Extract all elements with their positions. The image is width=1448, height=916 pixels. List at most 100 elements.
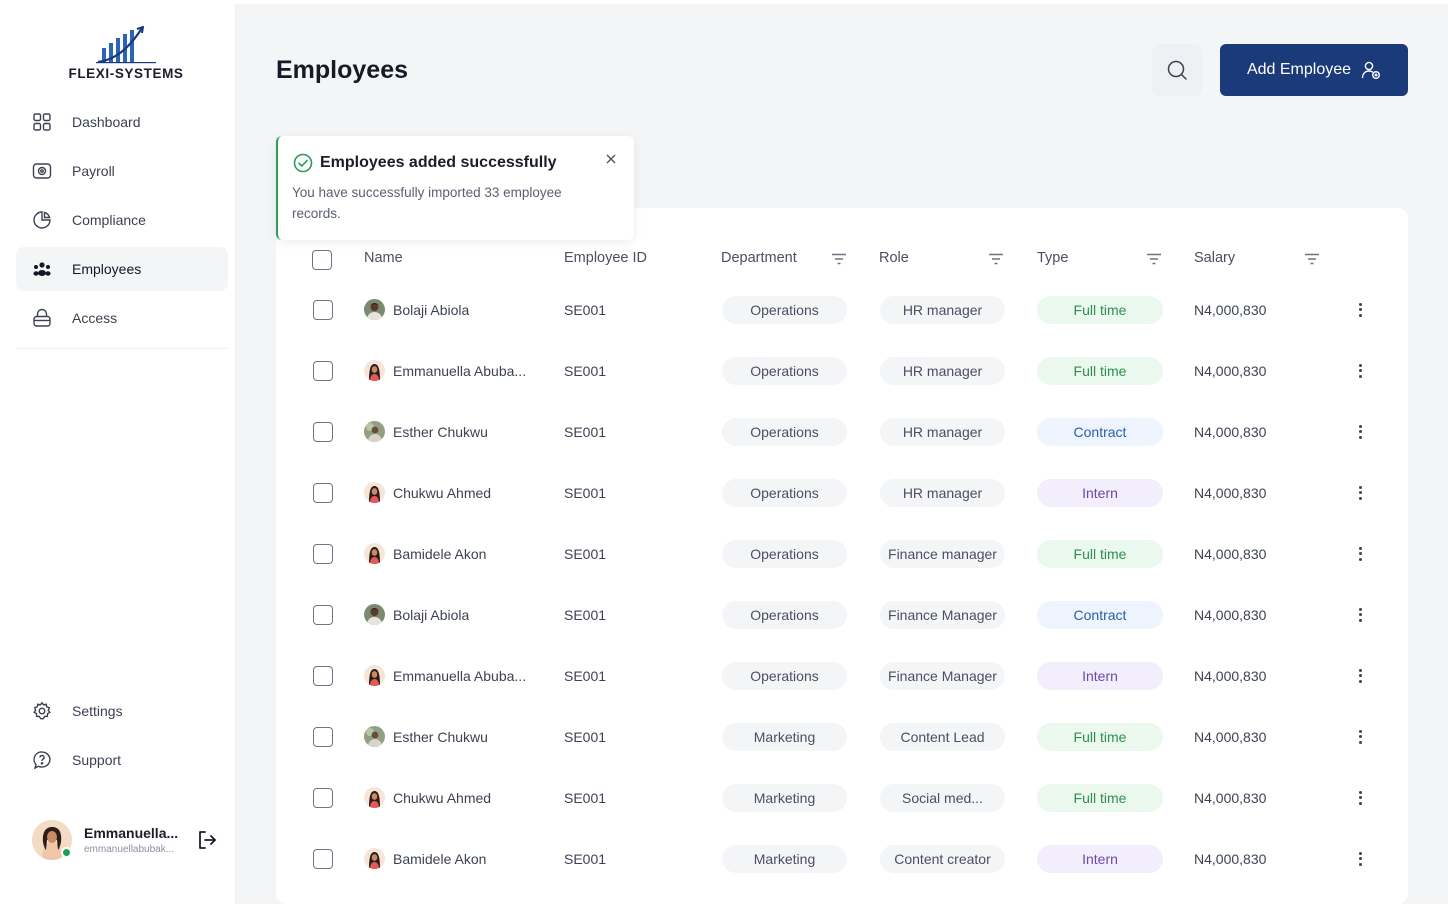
sidebar-item-label: Compliance xyxy=(72,212,146,228)
salary: N4,000,830 xyxy=(1194,667,1267,684)
employees-table: Name Employee ID Department Role Type Sa… xyxy=(276,208,1408,904)
avatar xyxy=(364,482,385,503)
sidebar-item-employees[interactable]: Employees xyxy=(16,247,228,291)
filter-role-icon[interactable] xyxy=(988,253,1004,269)
sidebar-item-label: Support xyxy=(72,752,122,768)
table-row[interactable]: Bamidele Akon SE001 Operations Finance m… xyxy=(276,523,1408,584)
more-options-icon[interactable] xyxy=(1355,607,1365,622)
employee-name-cell: Bamidele Akon xyxy=(364,523,486,584)
row-actions-cell xyxy=(1355,645,1365,706)
role-badge: HR manager xyxy=(880,417,1005,446)
pie-chart-icon xyxy=(32,210,52,230)
type-cell: Intern xyxy=(1037,645,1163,706)
role-badge: Finance Manager xyxy=(880,661,1005,690)
row-checkbox[interactable] xyxy=(313,604,333,625)
row-checkbox[interactable] xyxy=(313,665,333,686)
column-header-salary: Salary xyxy=(1194,250,1236,266)
row-checkbox-cell xyxy=(313,767,333,828)
filter-salary-icon[interactable] xyxy=(1304,253,1320,269)
search-button[interactable] xyxy=(1152,44,1202,96)
employee-name: Bolaji Abiola xyxy=(393,301,470,318)
column-header-department: Department xyxy=(721,250,797,266)
sidebar-item-support[interactable]: Support xyxy=(16,738,228,782)
salary: N4,000,830 xyxy=(1194,362,1267,379)
nav-divider xyxy=(16,348,228,349)
salary: N4,000,830 xyxy=(1194,484,1267,501)
role-cell: Content creator xyxy=(880,828,1005,889)
row-checkbox-cell xyxy=(313,401,333,462)
department-cell: Marketing xyxy=(722,828,847,889)
sidebar-item-access[interactable]: Access xyxy=(16,296,228,340)
user-profile[interactable]: Emmanuella... emmanuellabubak... xyxy=(32,818,222,862)
sidebar-item-compliance[interactable]: Compliance xyxy=(16,198,228,242)
more-options-icon[interactable] xyxy=(1355,790,1365,805)
type-badge: Full time xyxy=(1037,722,1163,751)
department-badge: Operations xyxy=(722,478,847,507)
row-checkbox[interactable] xyxy=(313,848,333,869)
table-row[interactable]: Esther Chukwu SE001 Marketing Content Le… xyxy=(276,706,1408,767)
sidebar-item-settings[interactable]: Settings xyxy=(16,689,228,733)
salary: N4,000,830 xyxy=(1194,850,1267,867)
people-icon xyxy=(32,259,52,279)
department-cell: Marketing xyxy=(722,706,847,767)
select-all-checkbox[interactable] xyxy=(312,250,332,270)
type-cell: Full time xyxy=(1037,767,1163,828)
type-badge: Full time xyxy=(1037,539,1163,568)
department-badge: Operations xyxy=(722,356,847,385)
sidebar-item-dashboard[interactable]: Dashboard xyxy=(16,100,228,144)
row-checkbox[interactable] xyxy=(313,299,333,320)
more-options-icon[interactable] xyxy=(1355,668,1365,683)
department-badge: Operations xyxy=(722,539,847,568)
sidebar-item-label: Employees xyxy=(72,261,142,277)
filter-type-icon[interactable] xyxy=(1146,253,1162,269)
sidebar-nav: Dashboard Payroll Compliance Employees A… xyxy=(16,100,228,345)
more-options-icon[interactable] xyxy=(1355,424,1365,439)
row-actions-cell xyxy=(1355,401,1365,462)
sidebar-item-payroll[interactable]: Payroll xyxy=(16,149,228,193)
employee-id: SE001 xyxy=(564,484,607,501)
table-row[interactable]: Emmanuella Abuba... SE001 Operations Fin… xyxy=(276,645,1408,706)
avatar xyxy=(364,665,385,686)
user-email: emmanuellabubak... xyxy=(84,844,175,855)
table-row[interactable]: Esther Chukwu SE001 Operations HR manage… xyxy=(276,401,1408,462)
row-actions-cell xyxy=(1355,767,1365,828)
department-cell: Operations xyxy=(722,645,847,706)
sidebar-item-label: Payroll xyxy=(72,163,115,179)
table-row[interactable]: Chukwu Ahmed SE001 Operations HR manager… xyxy=(276,462,1408,523)
row-checkbox[interactable] xyxy=(313,726,333,747)
role-badge: HR manager xyxy=(880,478,1005,507)
avatar xyxy=(364,543,385,564)
more-options-icon[interactable] xyxy=(1355,851,1365,866)
type-cell: Full time xyxy=(1037,279,1163,340)
more-options-icon[interactable] xyxy=(1355,546,1365,561)
avatar xyxy=(364,604,385,625)
more-options-icon[interactable] xyxy=(1355,485,1365,500)
filter-department-icon[interactable] xyxy=(831,253,847,269)
logout-icon[interactable] xyxy=(196,829,218,851)
employee-name: Emmanuella Abuba... xyxy=(393,362,527,379)
more-options-icon[interactable] xyxy=(1355,363,1365,378)
table-row[interactable]: Bamidele Akon SE001 Marketing Content cr… xyxy=(276,828,1408,889)
more-options-icon[interactable] xyxy=(1355,729,1365,744)
table-row[interactable]: Bolaji Abiola SE001 Operations Finance M… xyxy=(276,584,1408,645)
type-badge: Intern xyxy=(1037,661,1163,690)
row-checkbox[interactable] xyxy=(313,360,333,381)
table-row[interactable]: Emmanuella Abuba... SE001 Operations HR … xyxy=(276,340,1408,401)
employee-name: Bamidele Akon xyxy=(393,545,487,562)
table-row[interactable]: Chukwu Ahmed SE001 Marketing Social med.… xyxy=(276,767,1408,828)
close-icon[interactable] xyxy=(604,152,618,171)
department-badge: Operations xyxy=(722,295,847,324)
add-employee-button[interactable]: Add Employee xyxy=(1220,44,1408,96)
row-checkbox[interactable] xyxy=(313,421,333,442)
employee-name-cell: Emmanuella Abuba... xyxy=(364,645,526,706)
row-checkbox[interactable] xyxy=(313,482,333,503)
employee-name: Bamidele Akon xyxy=(393,850,487,867)
department-badge: Operations xyxy=(722,600,847,629)
type-badge: Intern xyxy=(1037,478,1163,507)
employee-name-cell: Bamidele Akon xyxy=(364,828,486,889)
more-options-icon[interactable] xyxy=(1355,302,1365,317)
row-checkbox[interactable] xyxy=(313,543,333,564)
table-row[interactable]: Bolaji Abiola SE001 Operations HR manage… xyxy=(276,279,1408,340)
row-checkbox[interactable] xyxy=(313,787,333,808)
employee-id: SE001 xyxy=(564,362,607,379)
